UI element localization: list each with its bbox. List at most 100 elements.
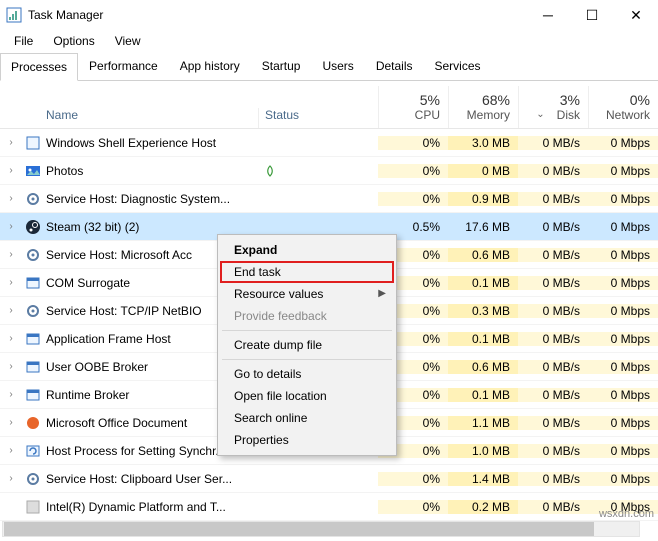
process-name: Service Host: Clipboard User Ser...: [44, 472, 258, 486]
memory-cell: 0.9 MB: [448, 192, 518, 206]
tab-processes[interactable]: Processes: [0, 53, 78, 81]
disk-cell: 0 MB/s: [518, 500, 588, 514]
process-row[interactable]: › Service Host: Diagnostic System... 0%0.9…: [0, 185, 658, 213]
cpu-cell: 0%: [378, 472, 448, 486]
process-icon: [22, 331, 44, 347]
process-status: [258, 165, 378, 177]
process-icon: [22, 191, 44, 207]
ctx-search-online[interactable]: Search online: [220, 407, 394, 429]
memory-cell: 1.0 MB: [448, 444, 518, 458]
disk-cell: 0 MB/s: [518, 164, 588, 178]
process-row[interactable]: Intel(R) Dynamic Platform and T... 0%0.2 …: [0, 493, 658, 521]
network-cell: 0 Mbps: [588, 472, 658, 486]
expand-icon[interactable]: ›: [0, 333, 22, 344]
disk-cell: 0 MB/s: [518, 248, 588, 262]
memory-cell: 17.6 MB: [448, 220, 518, 234]
network-cell: 0 Mbps: [588, 192, 658, 206]
scrollbar-thumb[interactable]: [4, 522, 594, 536]
memory-cell: 0.3 MB: [448, 304, 518, 318]
horizontal-scrollbar[interactable]: [2, 521, 640, 537]
process-icon: [22, 135, 44, 151]
tab-details[interactable]: Details: [365, 52, 424, 80]
cpu-cell: 0.5%: [378, 220, 448, 234]
close-button[interactable]: ✕: [614, 0, 658, 30]
process-icon: [22, 499, 44, 515]
expand-icon[interactable]: ›: [0, 165, 22, 176]
menu-file[interactable]: File: [6, 32, 41, 50]
disk-cell: 0 MB/s: [518, 416, 588, 430]
col-header-cpu[interactable]: 5% CPU: [378, 86, 448, 128]
ctx-details[interactable]: Go to details: [220, 363, 394, 385]
tab-startup[interactable]: Startup: [251, 52, 312, 80]
expand-icon[interactable]: ›: [0, 277, 22, 288]
process-row[interactable]: ›Windows Shell Experience Host0%3.0 MB0 …: [0, 129, 658, 157]
expand-icon[interactable]: ›: [0, 137, 22, 148]
task-manager-icon: [6, 7, 22, 23]
memory-cell: 0.6 MB: [448, 248, 518, 262]
process-row[interactable]: ›Service Host: Clipboard User Ser...0%1.…: [0, 465, 658, 493]
ctx-end-task[interactable]: End task: [220, 261, 394, 283]
col-header-memory[interactable]: 68% Memory: [448, 86, 518, 128]
expand-icon[interactable]: ›: [0, 361, 22, 372]
process-icon: [22, 387, 44, 403]
network-cell: 0 Mbps: [588, 248, 658, 262]
watermark: wsxdn.com: [599, 508, 654, 520]
minimize-button[interactable]: ─: [526, 0, 570, 30]
process-name: Steam (32 bit) (2): [44, 220, 258, 234]
process-name: Intel(R) Dynamic Platform and T...: [44, 500, 258, 514]
tab-users[interactable]: Users: [311, 52, 364, 80]
column-headers: Name Status 5% CPU 68% Memory 3% Disk 0%…: [0, 81, 658, 129]
expand-icon[interactable]: ›: [0, 445, 22, 456]
memory-cell: 0.1 MB: [448, 332, 518, 346]
process-icon: [22, 163, 44, 179]
col-header-disk[interactable]: 3% Disk: [518, 86, 588, 128]
cpu-cell: 0%: [378, 500, 448, 514]
network-cell: 0 Mbps: [588, 388, 658, 402]
process-name: Service Host: Diagnostic System...: [44, 192, 258, 206]
network-cell: 0 Mbps: [588, 164, 658, 178]
cpu-cell: 0%: [378, 192, 448, 206]
network-cell: 0 Mbps: [588, 136, 658, 150]
titlebar: Task Manager ─ ☐ ✕: [0, 0, 658, 30]
menubar: File Options View: [0, 30, 658, 52]
expand-icon[interactable]: ›: [0, 389, 22, 400]
expand-icon[interactable]: ›: [0, 305, 22, 316]
maximize-button[interactable]: ☐: [570, 0, 614, 30]
memory-cell: 3.0 MB: [448, 136, 518, 150]
ctx-open-location[interactable]: Open file location: [220, 385, 394, 407]
expand-icon[interactable]: ›: [0, 221, 22, 232]
disk-cell: 0 MB/s: [518, 136, 588, 150]
memory-cell: 1.1 MB: [448, 416, 518, 430]
memory-cell: 0 MB: [448, 164, 518, 178]
tab-performance[interactable]: Performance: [78, 52, 169, 80]
disk-cell: 0 MB/s: [518, 388, 588, 402]
memory-cell: 0.1 MB: [448, 276, 518, 290]
process-icon: [22, 359, 44, 375]
col-header-name[interactable]: Name: [44, 108, 258, 128]
menu-options[interactable]: Options: [45, 32, 102, 50]
disk-cell: 0 MB/s: [518, 472, 588, 486]
window-title: Task Manager: [28, 8, 103, 22]
memory-cell: 0.2 MB: [448, 500, 518, 514]
network-cell: 0 Mbps: [588, 304, 658, 318]
process-row[interactable]: ›Photos0%0 MB0 MB/s0 Mbps: [0, 157, 658, 185]
context-menu: Expand End task Resource values▶ Provide…: [217, 234, 397, 456]
ctx-properties[interactable]: Properties: [220, 429, 394, 451]
expand-icon[interactable]: ›: [0, 473, 22, 484]
ctx-expand[interactable]: Expand: [220, 239, 394, 261]
network-cell: 0 Mbps: [588, 416, 658, 430]
expand-icon[interactable]: ›: [0, 249, 22, 260]
menu-view[interactable]: View: [107, 32, 149, 50]
col-header-status[interactable]: Status: [258, 108, 378, 128]
process-icon: [22, 219, 44, 235]
expand-icon[interactable]: ›: [0, 417, 22, 428]
tab-services[interactable]: Services: [424, 52, 492, 80]
tab-app-history[interactable]: App history: [169, 52, 251, 80]
col-header-network[interactable]: 0% Network: [588, 86, 658, 128]
ctx-resource-values[interactable]: Resource values▶: [220, 283, 394, 305]
ctx-dump[interactable]: Create dump file: [220, 334, 394, 356]
memory-cell: 0.1 MB: [448, 388, 518, 402]
ctx-feedback: Provide feedback: [220, 305, 394, 327]
disk-cell: 0 MB/s: [518, 360, 588, 374]
expand-icon[interactable]: ›: [0, 193, 22, 204]
